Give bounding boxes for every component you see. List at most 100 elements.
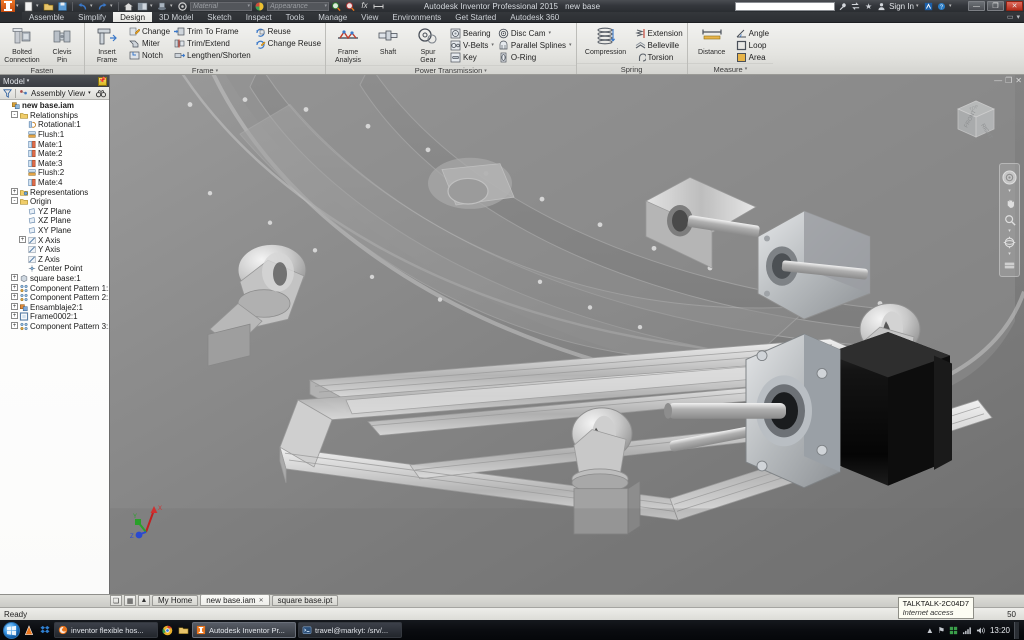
- shadow-style-dropdown[interactable]: ▾: [170, 3, 175, 9]
- ribbon-tab-tools[interactable]: Tools: [279, 12, 312, 22]
- document-tab-new-base[interactable]: new base.iam ✕: [200, 594, 270, 606]
- extension-spring-button[interactable]: Extension: [633, 27, 685, 39]
- maximize-button[interactable]: ❐: [987, 1, 1004, 11]
- view-style-dropdown[interactable]: ▾: [150, 3, 155, 9]
- distance-button[interactable]: Distance: [690, 24, 734, 57]
- parallel-splines-button[interactable]: Parallel Splines ▾: [496, 39, 574, 51]
- steering-wheel-icon[interactable]: [1001, 167, 1018, 187]
- material-selector[interactable]: Material: [190, 1, 252, 11]
- tree-node[interactable]: - Relationships: [2, 110, 109, 121]
- disc-cam-button[interactable]: Disc Cam ▾: [496, 27, 574, 39]
- shadow-style-button[interactable]: [156, 1, 169, 12]
- change-button[interactable]: Change: [127, 25, 172, 37]
- look-at-icon[interactable]: [1001, 258, 1018, 273]
- insert-frame-button[interactable]: Insert Frame: [87, 24, 127, 65]
- tree-expander-icon[interactable]: +: [10, 302, 19, 312]
- show-desktop-button[interactable]: [1014, 621, 1019, 639]
- new-file-dropdown[interactable]: ▾: [36, 3, 41, 9]
- view-cube[interactable]: FRONT RIGHT TOP: [950, 93, 1002, 145]
- tree-node[interactable]: Flush:1: [2, 130, 109, 140]
- taskbar-item-terminal[interactable]: travel@markyt: /srv/...: [298, 622, 402, 638]
- tree-expander-icon[interactable]: +: [18, 235, 27, 245]
- exchange-icon[interactable]: [850, 1, 861, 11]
- disc-cam-dropdown-icon[interactable]: ▾: [549, 30, 552, 36]
- viewport-minimize-button[interactable]: —: [994, 76, 1002, 85]
- wrench-icon[interactable]: [837, 2, 848, 11]
- tree-expander-icon[interactable]: -: [10, 110, 19, 120]
- dropbox-icon[interactable]: [38, 622, 52, 638]
- v-belts-dropdown-icon[interactable]: ▾: [491, 42, 494, 48]
- network-flag-icon[interactable]: ⚑: [938, 626, 945, 635]
- tree-node[interactable]: Mate:1: [2, 139, 109, 149]
- qat-logo-dropdown[interactable]: ▾: [16, 3, 21, 9]
- trim-to-frame-button[interactable]: Trim To Frame: [172, 25, 253, 37]
- view-style-button[interactable]: [136, 1, 149, 12]
- minimize-button[interactable]: —: [968, 1, 985, 11]
- tree-node[interactable]: + Component Pattern 2:1: [2, 293, 109, 303]
- tree-node[interactable]: Flush:2: [2, 168, 109, 178]
- viewport-close-button[interactable]: ✕: [1015, 76, 1022, 85]
- tree-node[interactable]: - Origin: [2, 197, 109, 207]
- explorer-icon[interactable]: [176, 622, 190, 638]
- browser-view-mode-label[interactable]: Assembly View: [31, 89, 85, 98]
- belleville-spring-button[interactable]: Belleville: [633, 39, 685, 51]
- measure-tool-icon[interactable]: [372, 1, 385, 12]
- tree-expander-icon[interactable]: +: [10, 273, 19, 283]
- app-store-icon[interactable]: [923, 2, 934, 11]
- tree-expander-icon[interactable]: +: [10, 293, 19, 302]
- 3d-viewport[interactable]: — ❐ ✕ FRONT RIGHT TOP ▾ ▾ ▾ X Y Z: [110, 75, 1024, 594]
- area-button[interactable]: Area: [734, 51, 771, 63]
- redo-button[interactable]: [96, 1, 109, 12]
- ribbon-tab-inspect[interactable]: Inspect: [239, 12, 279, 22]
- tree-node[interactable]: Rotational:1: [2, 120, 109, 130]
- miter-button[interactable]: Miter: [127, 37, 172, 49]
- clevis-pin-button[interactable]: Clevis Pin: [42, 24, 82, 65]
- tree-expander-icon[interactable]: +: [10, 312, 19, 321]
- undo-dropdown[interactable]: ▾: [90, 3, 95, 9]
- v-belts-button[interactable]: V-Belts ▾: [448, 39, 496, 51]
- new-file-button[interactable]: [22, 1, 35, 12]
- bolted-connection-button[interactable]: Bolted Connection: [2, 24, 42, 65]
- model-browser-tree[interactable]: new base.iam - Relationships Rotational:1 Fl…: [0, 100, 109, 594]
- ribbon-display-dropdown[interactable]: ▾: [1016, 13, 1020, 21]
- ribbon-tab-sketch[interactable]: Sketch: [200, 12, 238, 22]
- star-icon[interactable]: ★: [863, 2, 874, 11]
- inventor-logo-icon[interactable]: [1, 0, 15, 12]
- spur-gear-button[interactable]: Spur Gear: [408, 24, 448, 65]
- start-orb-icon[interactable]: [3, 621, 20, 639]
- appearance-selector[interactable]: Appearance: [267, 1, 329, 11]
- tree-node[interactable]: Mate:4: [2, 178, 109, 188]
- tree-expander-icon[interactable]: -: [10, 197, 19, 206]
- tree-node[interactable]: Center Point: [2, 264, 109, 274]
- document-tab-square-base[interactable]: square base.ipt: [271, 595, 339, 606]
- tile-windows-button[interactable]: ▦: [124, 595, 136, 606]
- key-button[interactable]: Key: [448, 51, 496, 63]
- home-view-button[interactable]: [122, 1, 135, 12]
- tree-node[interactable]: XZ Plane: [2, 216, 109, 226]
- angle-button[interactable]: Angle: [734, 27, 771, 39]
- tree-node[interactable]: + Component Pattern 3:1: [2, 321, 109, 332]
- zoom-in-tool-icon[interactable]: [330, 1, 343, 12]
- show-hidden-icon[interactable]: ▲: [926, 626, 934, 635]
- binoculars-icon[interactable]: [96, 89, 106, 98]
- orbit-dropdown-icon[interactable]: ▾: [1008, 252, 1011, 257]
- ribbon-tab-manage[interactable]: Manage: [311, 12, 354, 22]
- ribbon-tab-get-started[interactable]: Get Started: [448, 12, 503, 22]
- viewport-restore-button[interactable]: ❐: [1005, 76, 1012, 85]
- measure-panel-dropdown-icon[interactable]: ▾: [745, 66, 748, 72]
- tree-expander-icon[interactable]: +: [10, 187, 19, 197]
- o-ring-button[interactable]: O-Ring: [496, 51, 574, 63]
- taskbar-item-inventor[interactable]: Autodesk Inventor Pr...: [192, 622, 296, 638]
- volume-icon[interactable]: [976, 626, 986, 635]
- tree-node[interactable]: Y Axis: [2, 245, 109, 255]
- wifi-icon[interactable]: [962, 626, 972, 635]
- help-dropdown[interactable]: ▾: [949, 3, 954, 9]
- pin-icon[interactable]: 📌: [98, 76, 107, 86]
- scroll-up-button[interactable]: ▲: [138, 595, 150, 606]
- sign-in-button[interactable]: Sign In: [889, 2, 914, 11]
- ribbon-tab-environments[interactable]: Environments: [385, 12, 448, 22]
- compression-spring-button[interactable]: Compression: [579, 24, 633, 57]
- redo-dropdown[interactable]: ▾: [110, 3, 115, 9]
- parallel-splines-dropdown-icon[interactable]: ▾: [569, 42, 572, 48]
- tree-node[interactable]: YZ Plane: [2, 207, 109, 217]
